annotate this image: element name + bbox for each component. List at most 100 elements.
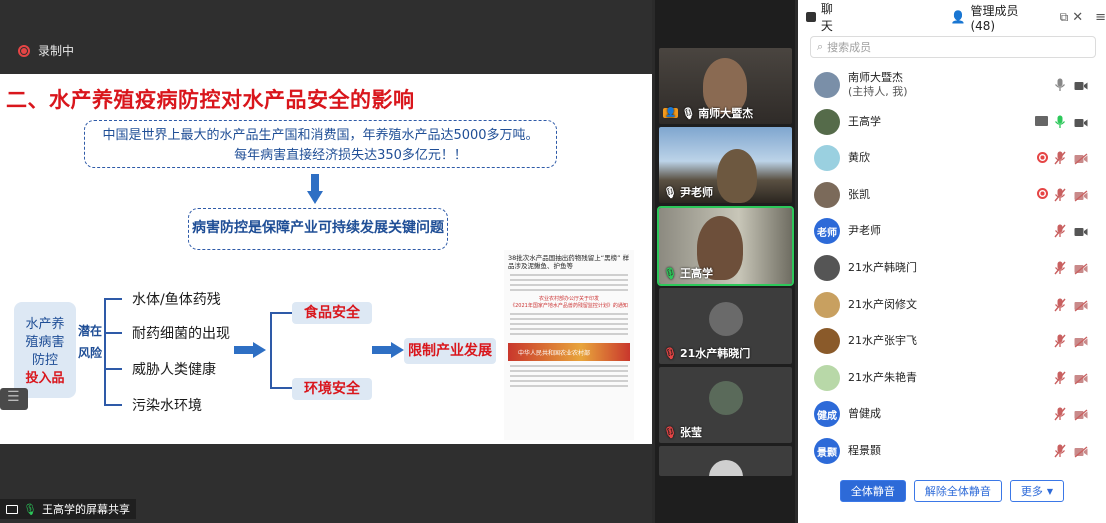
video-tile[interactable] <box>659 446 792 476</box>
left-line-1: 水产养 <box>25 317 65 332</box>
camera-off-icon[interactable] <box>1074 297 1088 312</box>
mic-muted-icon[interactable] <box>1054 297 1068 312</box>
video-column: 👤 🎙 南师大暨杰 🎙 尹老师 🎙 王高学 🎙 21水产韩晓门 🎙 张莹 <box>655 0 795 523</box>
host-icon: 👤 <box>663 108 679 118</box>
camera-off-icon[interactable] <box>1074 443 1088 458</box>
screen-share-icon <box>1035 115 1048 126</box>
camera-icon[interactable] <box>1074 77 1088 91</box>
screen-share-area: 录制中 二、水产养殖疫病防控对水产品安全的影响 中国是世界上最大的水产品生产国和… <box>0 0 652 523</box>
member-status-icons <box>1054 443 1088 458</box>
mic-muted-icon[interactable] <box>1054 333 1068 348</box>
members-icon: 👤 <box>950 10 966 24</box>
camera-icon[interactable] <box>1074 223 1088 237</box>
member-row[interactable]: 健成 曾健成 <box>814 396 1098 432</box>
member-name: 程景颢 <box>848 444 881 457</box>
search-icon: ⌕ <box>817 40 824 53</box>
mic-muted-icon: 🎙 <box>663 346 677 360</box>
mic-icon[interactable] <box>1054 114 1068 128</box>
member-row[interactable]: 张凯 <box>814 177 1098 213</box>
panel-actions: 全体静音 解除全体静音 更多 ▼ <box>798 480 1106 510</box>
branch-item: 水体/鱼体药残 <box>132 292 221 308</box>
member-row[interactable]: 21水产朱艳青 <box>814 360 1098 396</box>
member-name-block: 21水产朱艳青 <box>848 371 917 385</box>
left-red-label: 投入品 <box>25 371 65 386</box>
tab-chat-label: 聊天 <box>820 2 833 33</box>
member-row[interactable]: 21水产张宇飞 <box>814 323 1098 359</box>
outcome-environment-safety: 环境安全 <box>292 378 372 400</box>
left-line-3: 防控 <box>31 353 58 368</box>
input-products-box: 水产养 殖病害 防控 投入品 <box>14 302 76 398</box>
mic-muted-icon[interactable] <box>1054 406 1068 421</box>
avatar <box>814 145 840 172</box>
recording-indicator[interactable]: 录制中 <box>18 42 74 59</box>
camera-off-icon[interactable] <box>1074 187 1088 202</box>
member-name-block: 曾健成 <box>848 407 881 421</box>
avatar <box>814 328 840 355</box>
member-status-icons <box>1054 370 1088 385</box>
branch-item: 威胁人类健康 <box>132 362 216 378</box>
mic-muted-icon[interactable] <box>1054 260 1068 275</box>
mic-muted-icon[interactable] <box>1054 187 1068 202</box>
member-name-block: 黄欣 <box>848 151 870 165</box>
member-status-icons <box>1037 150 1088 165</box>
member-name-block: 21水产韩晓门 <box>848 261 917 275</box>
mic-muted-icon[interactable] <box>1054 443 1068 458</box>
avatar <box>709 460 743 476</box>
member-row[interactable]: 21水产闵修文 <box>814 287 1098 323</box>
member-search-input[interactable]: ⌕ 搜索成员 <box>810 36 1096 58</box>
branch-item: 耐药细菌的出现 <box>132 326 230 342</box>
member-status-icons <box>1054 223 1088 238</box>
video-tile[interactable]: 🎙 尹老师 <box>659 127 792 203</box>
more-button[interactable]: 更多 ▼ <box>1009 480 1065 502</box>
video-tile[interactable]: 🎙 21水产韩晓门 <box>659 288 792 364</box>
mic-muted-icon[interactable] <box>1054 370 1068 385</box>
tab-chat[interactable]: 聊天 <box>806 0 841 34</box>
branch-item: 污染水环境 <box>132 398 202 414</box>
mic-muted-icon[interactable] <box>1054 150 1068 165</box>
mic-icon: 🎙 <box>663 185 677 199</box>
member-status-icons <box>1054 297 1088 312</box>
more-label: 更多 <box>1020 485 1043 498</box>
mic-muted-icon[interactable] <box>1054 223 1068 238</box>
members-panel: 聊天 👤 管理成员 (48) ⧉ ✕ ≡ ⌕ 搜索成员 南师大暨杰 (主持人, 我… <box>798 0 1106 523</box>
video-tile[interactable]: 🎙 张莹 <box>659 367 792 443</box>
avatar <box>709 381 743 415</box>
camera-off-icon[interactable] <box>1074 406 1088 421</box>
menu-icon[interactable]: ≡ <box>1095 10 1106 25</box>
avatar: 健成 <box>814 401 840 428</box>
member-status-icons <box>1035 114 1088 128</box>
recording-label: 录制中 <box>38 44 75 58</box>
screen-share-label: 🎙 王高学的屏幕共享 <box>0 499 136 519</box>
tab-members[interactable]: 👤 管理成员 (48) <box>951 2 1032 33</box>
member-status-icons <box>1054 333 1088 348</box>
close-icon[interactable]: ✕ <box>1072 10 1083 25</box>
video-tile-name: 尹老师 <box>679 186 713 199</box>
member-row[interactable]: 南师大暨杰 (主持人, 我) <box>814 67 1098 103</box>
screen-share-icon <box>6 504 18 514</box>
risk-line-2: 风险 <box>77 346 102 360</box>
video-tile[interactable]: 👤 🎙 南师大暨杰 <box>659 48 792 124</box>
camera-off-icon[interactable] <box>1074 150 1088 165</box>
member-row[interactable]: 21水产韩晓门 <box>814 250 1098 286</box>
camera-off-icon[interactable] <box>1074 333 1088 348</box>
doc-banner-text: 中华人民共和国农业农村部 <box>518 350 591 357</box>
mute-all-button[interactable]: 全体静音 <box>839 480 906 502</box>
record-icon <box>1037 151 1048 163</box>
member-row[interactable]: 老师 尹老师 <box>814 213 1098 249</box>
popout-icon[interactable]: ⧉ <box>1060 10 1069 25</box>
member-row[interactable]: 景颢 程景颢 <box>814 433 1098 469</box>
list-icon[interactable] <box>0 388 28 410</box>
avatar <box>814 181 840 208</box>
member-row[interactable]: 王高学 <box>814 104 1098 140</box>
video-tile-active-speaker[interactable]: 🎙 王高学 <box>657 206 794 286</box>
camera-icon[interactable] <box>1074 114 1088 128</box>
video-tile-name: 张莹 <box>679 426 702 439</box>
member-name-block: 21水产张宇飞 <box>848 334 917 348</box>
camera-off-icon[interactable] <box>1074 260 1088 275</box>
unmute-all-button[interactable]: 解除全体静音 <box>913 480 1002 502</box>
statistic-line-2: 每年病害直接经济损失达350多亿元！！ <box>234 148 467 163</box>
mic-muted-icon: 🎙 <box>663 425 677 439</box>
member-row[interactable]: 黄欣 <box>814 140 1098 176</box>
camera-off-icon[interactable] <box>1074 370 1088 385</box>
mic-icon[interactable] <box>1054 77 1068 91</box>
